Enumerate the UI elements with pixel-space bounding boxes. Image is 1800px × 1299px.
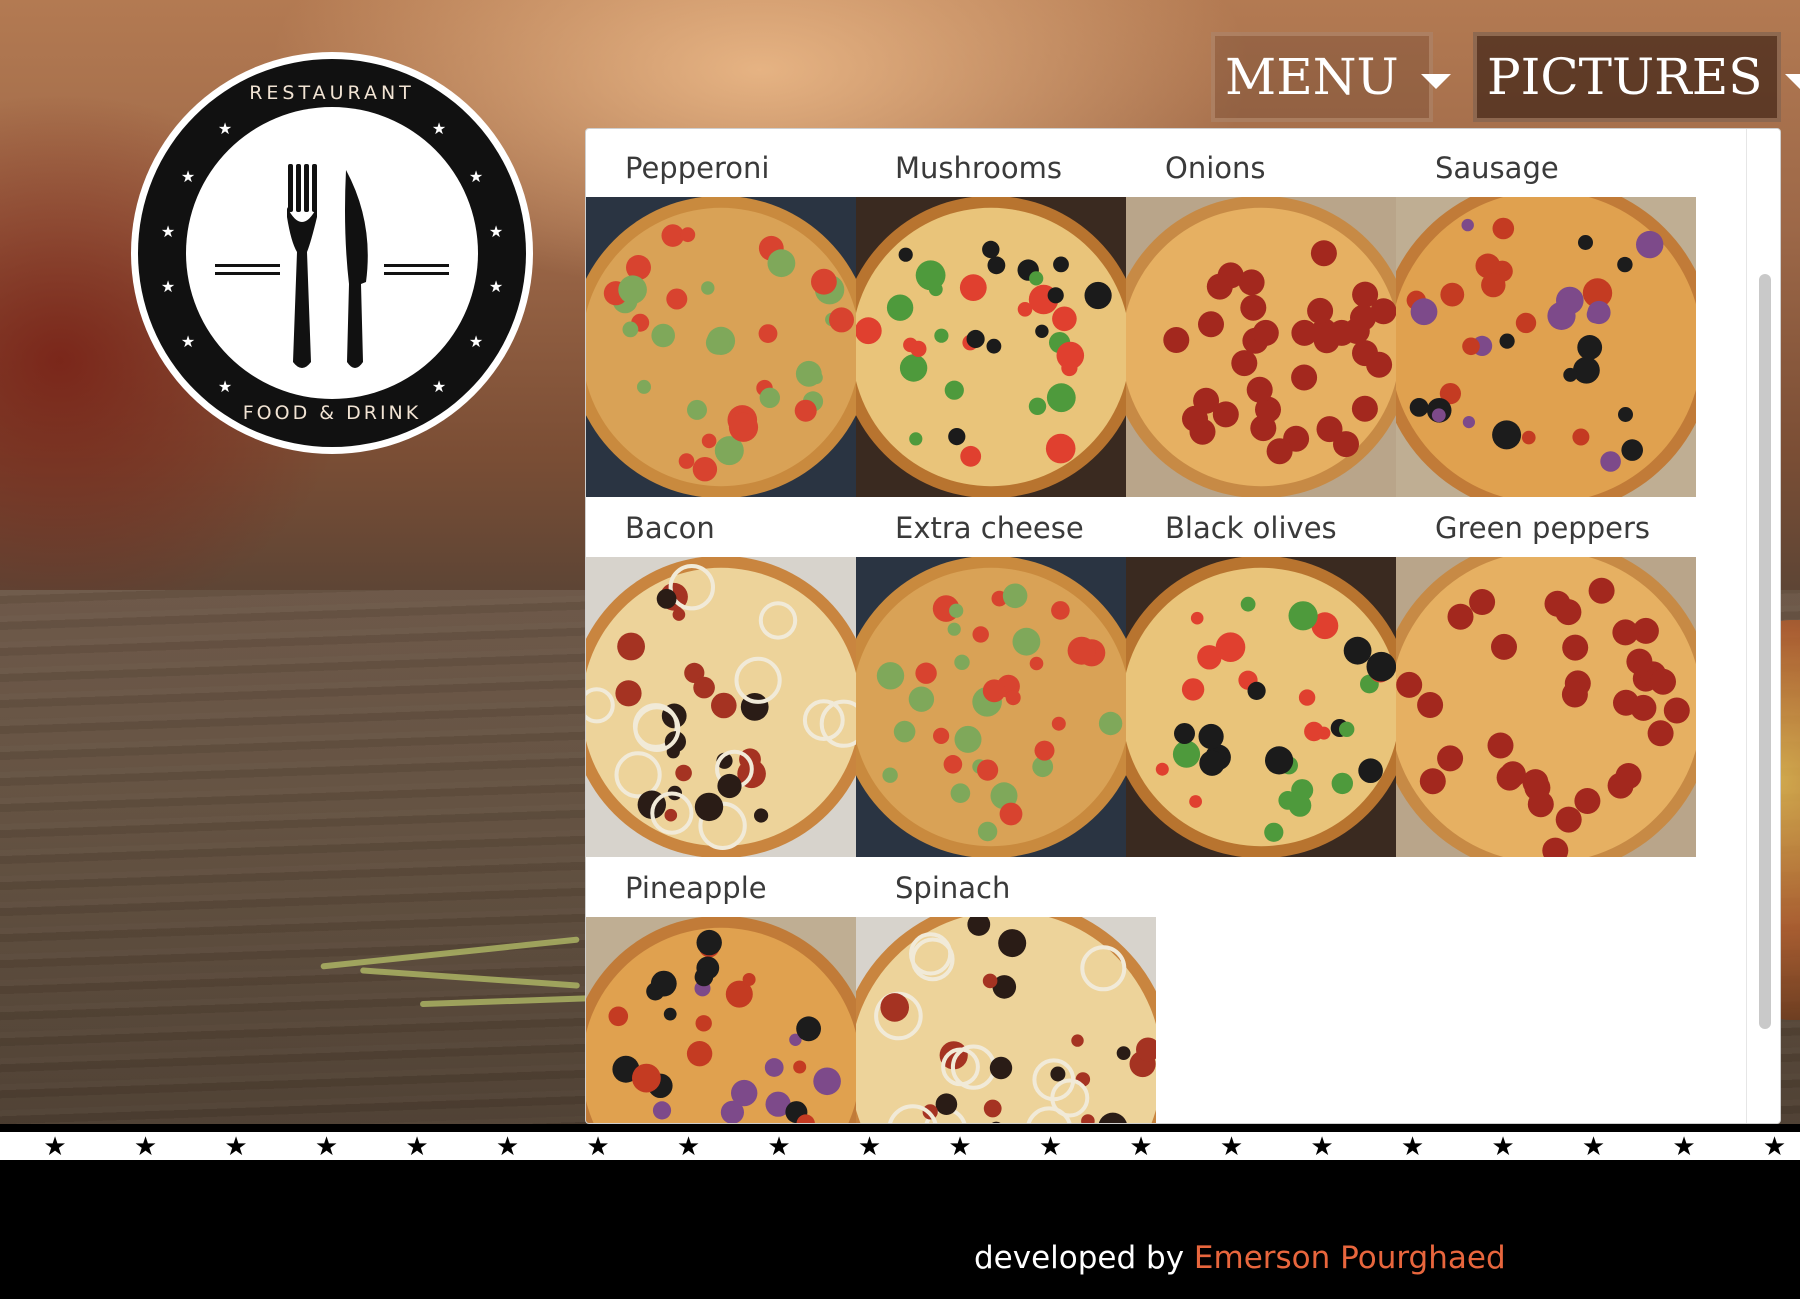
star-icon: ★: [1220, 1132, 1243, 1160]
star-icon: ★: [948, 1132, 971, 1160]
star-icon: ★: [1129, 1132, 1152, 1160]
picture-label: Pepperoni: [625, 151, 770, 185]
picture-label: Bacon: [625, 511, 715, 545]
star-icon: ★: [224, 1132, 247, 1160]
star-icon: ★: [134, 1132, 157, 1160]
pizza-image[interactable]: [1396, 197, 1696, 497]
pizza-photo-icon: [856, 557, 1126, 857]
picture-label: Spinach: [895, 871, 1011, 905]
pizza-image[interactable]: [1126, 197, 1396, 497]
star-icon: ★: [1491, 1132, 1514, 1160]
star-icon: ★: [586, 1132, 609, 1160]
pizza-image[interactable]: [856, 197, 1126, 497]
picture-label: Mushrooms: [895, 151, 1063, 185]
picture-label: Extra cheese: [895, 511, 1084, 545]
fork-knife-icon: ★ ★ ★ ★ ★ ★ ★ ★ ★ ★ ★ ★: [138, 59, 526, 447]
svg-text:★: ★: [181, 167, 195, 186]
svg-text:★: ★: [489, 277, 503, 296]
svg-text:★: ★: [218, 377, 232, 396]
pizza-image[interactable]: [1396, 557, 1696, 857]
svg-text:★: ★: [489, 222, 503, 241]
svg-text:★: ★: [161, 277, 175, 296]
pizza-photo-icon: [586, 917, 856, 1123]
logo-top-text: RESTAURANT: [249, 82, 415, 104]
star-icon: ★: [496, 1132, 519, 1160]
pizza-photo-icon: [1396, 557, 1696, 857]
pizza-image[interactable]: [586, 917, 856, 1123]
credit-prefix: developed by: [974, 1240, 1185, 1276]
pizza-image[interactable]: [856, 557, 1126, 857]
pizza-image[interactable]: [1126, 557, 1396, 857]
pictures-dropdown-button[interactable]: PICTURES: [1473, 32, 1800, 122]
picture-label: Green peppers: [1435, 511, 1650, 545]
picture-label: Onions: [1165, 151, 1266, 185]
svg-text:★: ★: [432, 119, 446, 138]
star-icon: ★: [1582, 1132, 1605, 1160]
pizza-photo-icon: [856, 197, 1126, 497]
pizza-photo-icon: [1126, 557, 1396, 857]
pizza-photo-icon: [856, 917, 1156, 1123]
pizza-photo-icon: [586, 557, 856, 857]
pizza-photo-icon: [586, 197, 856, 497]
star-divider: ★ ★ ★ ★ ★ ★ ★ ★ ★ ★ ★ ★ ★ ★ ★ ★ ★ ★ ★ ★: [0, 1124, 1800, 1160]
svg-text:★: ★: [432, 377, 446, 396]
caret-down-icon: [1420, 73, 1451, 89]
svg-text:★: ★: [469, 167, 483, 186]
star-icon: ★: [43, 1132, 66, 1160]
developer-credit: developed by Emerson Pourghaed: [974, 1240, 1506, 1276]
caret-down-icon: [1784, 73, 1800, 89]
svg-text:★: ★: [161, 222, 175, 241]
logo-bottom-text: FOOD & DRINK: [242, 402, 422, 424]
star-icon: ★: [1310, 1132, 1333, 1160]
pizza-image[interactable]: [856, 917, 1156, 1123]
pizza-image[interactable]: [586, 197, 856, 497]
star-icon: ★: [405, 1132, 428, 1160]
picture-label: Pineapple: [625, 871, 767, 905]
footer: developed by Emerson Pourghaed: [0, 1160, 1800, 1299]
pizza-image[interactable]: [586, 557, 856, 857]
picture-label: Black olives: [1165, 511, 1337, 545]
restaurant-logo[interactable]: ★ ★ ★ ★ ★ ★ ★ ★ ★ ★ ★ ★ RESTAURANT FOOD …: [131, 52, 533, 454]
picture-label: Sausage: [1435, 151, 1559, 185]
star-icon: ★: [858, 1132, 881, 1160]
author-link[interactable]: Emerson Pourghaed: [1194, 1240, 1506, 1276]
star-icon: ★: [1672, 1132, 1695, 1160]
star-icon: ★: [1039, 1132, 1062, 1160]
star-icon: ★: [1401, 1132, 1424, 1160]
star-icon: ★: [1763, 1132, 1786, 1160]
pictures-label: PICTURES: [1487, 48, 1763, 106]
svg-text:★: ★: [469, 332, 483, 351]
pizza-photo-icon: [1396, 197, 1696, 497]
star-icon: ★: [677, 1132, 700, 1160]
svg-text:★: ★: [181, 332, 195, 351]
star-icon: ★: [315, 1132, 338, 1160]
pizza-photo-icon: [1126, 197, 1396, 497]
scrollbar-thumb[interactable]: [1759, 274, 1771, 1029]
pictures-dropdown-panel[interactable]: Pepperoni Mushrooms Onions Sausage Bacon Extr…: [585, 128, 1781, 1124]
menu-label: MENU: [1225, 48, 1399, 106]
star-row-icons: ★ ★ ★ ★ ★ ★ ★ ★ ★ ★ ★ ★ ★ ★ ★ ★ ★ ★ ★ ★: [43, 1132, 1786, 1160]
star-icon: ★: [767, 1132, 790, 1160]
menu-dropdown-button[interactable]: MENU: [1211, 32, 1451, 122]
scrollbar[interactable]: [1746, 129, 1780, 1123]
svg-text:★: ★: [218, 119, 232, 138]
